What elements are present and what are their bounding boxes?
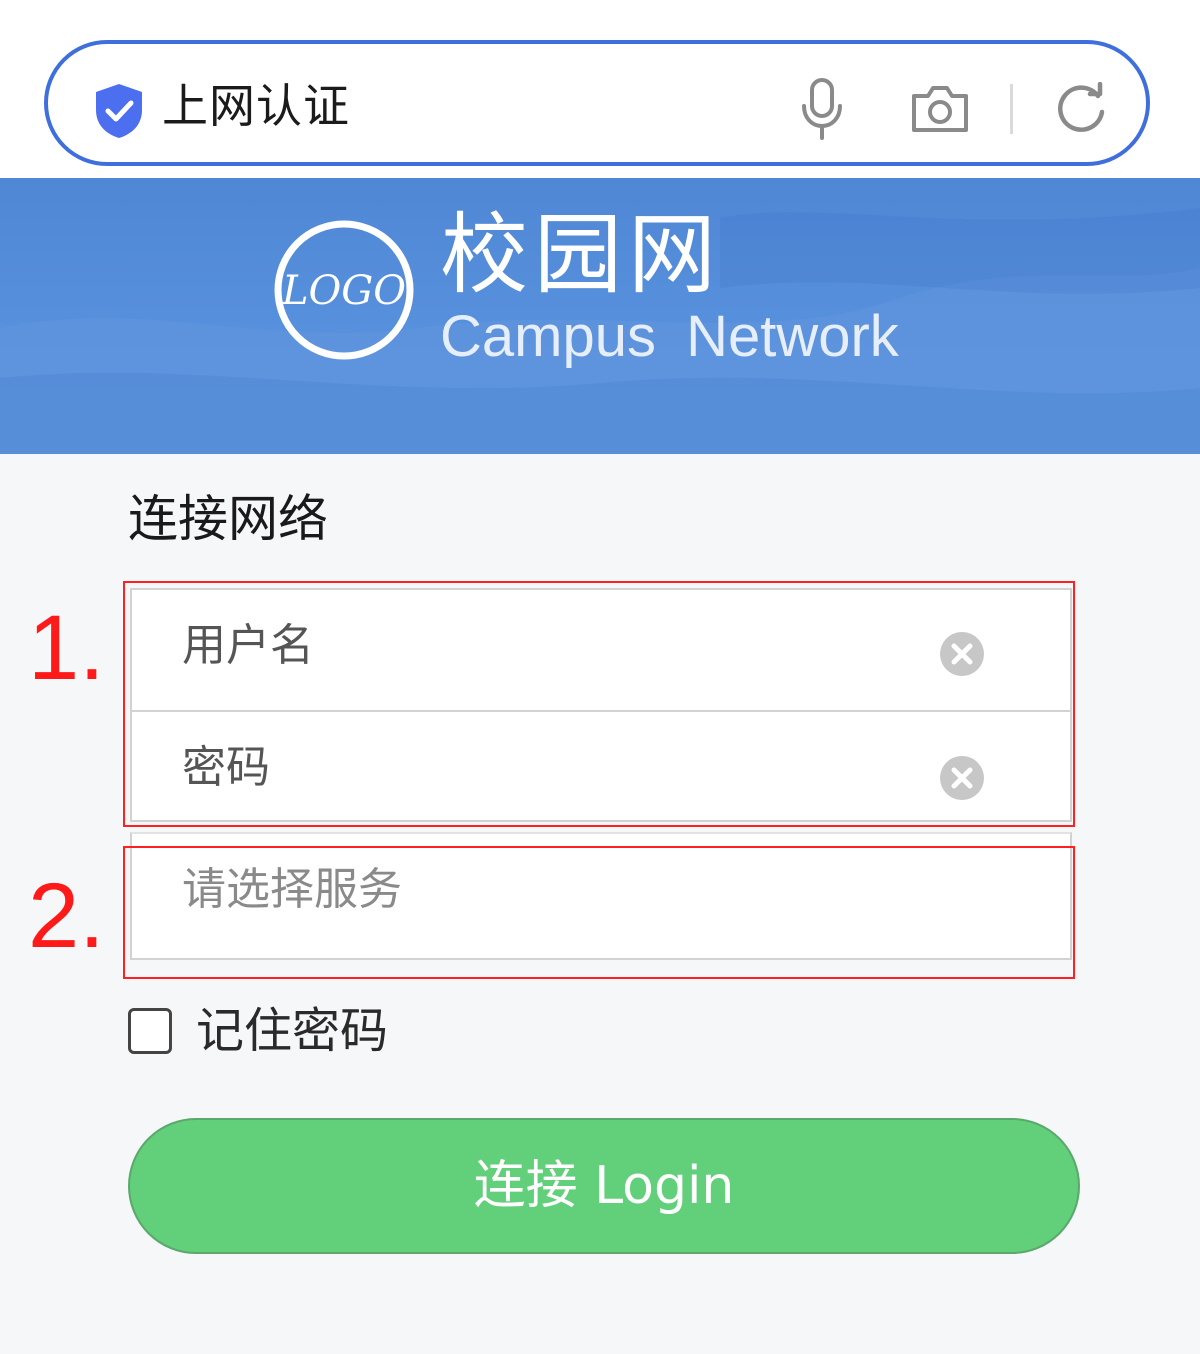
remember-checkbox[interactable] <box>128 1008 172 1054</box>
microphone-icon[interactable] <box>800 78 844 140</box>
address-bar[interactable]: 上网认证 <box>44 40 1150 166</box>
annotation-box-credentials <box>123 581 1075 827</box>
annotation-marker-2: 2. <box>28 865 105 967</box>
logo-icon: LOGO <box>274 220 414 360</box>
svg-text:LOGO: LOGO <box>281 268 406 314</box>
annotation-box-service <box>123 846 1075 979</box>
shield-check-icon <box>96 84 142 138</box>
login-button[interactable]: 连接 Login <box>128 1118 1080 1254</box>
campus-banner: LOGO 校园网 Campus Network <box>0 178 1200 454</box>
reload-icon[interactable] <box>1054 82 1108 136</box>
form-title: 连接网络 <box>128 490 328 548</box>
page-title: 上网认证 <box>162 79 350 133</box>
annotation-marker-1: 1. <box>28 597 105 699</box>
camera-icon[interactable] <box>910 84 970 134</box>
site-name-en: Campus Network <box>440 304 899 369</box>
site-name-cn: 校园网 <box>440 203 723 306</box>
toolbar-separator <box>1010 84 1013 134</box>
browser-toolbar: 上网认证 <box>0 0 1200 178</box>
remember-label: 记住密码 <box>196 1003 389 1059</box>
